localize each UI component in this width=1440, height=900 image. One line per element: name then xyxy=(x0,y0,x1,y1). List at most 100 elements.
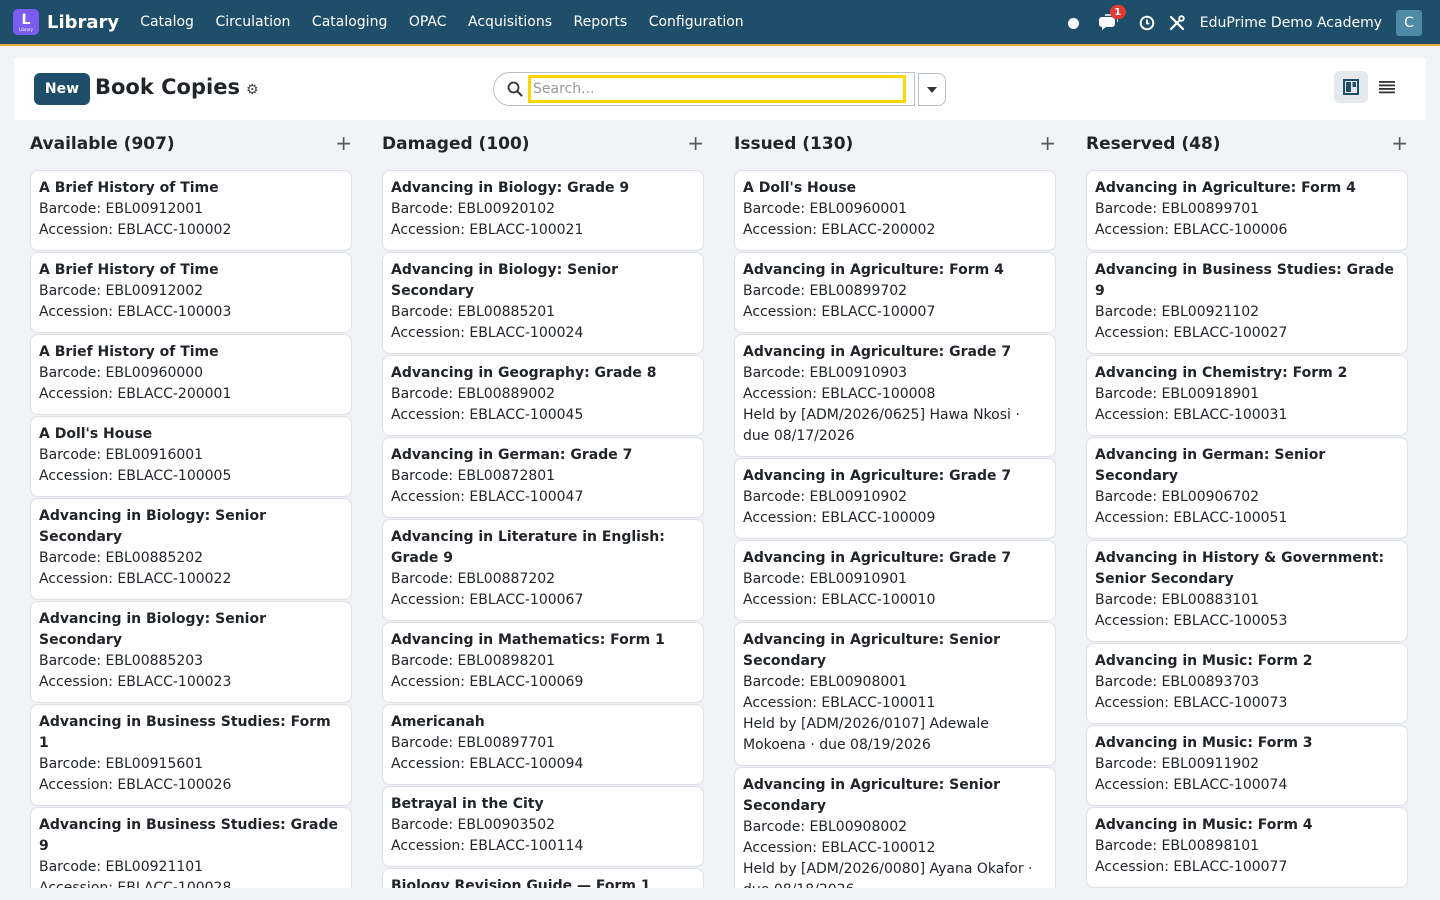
plus-icon[interactable]: + xyxy=(687,133,704,153)
search-options-toggle[interactable] xyxy=(918,73,946,106)
kanban-card[interactable]: A Brief History of Time Barcode: EBL0091… xyxy=(30,170,352,251)
tools-button[interactable] xyxy=(1168,14,1186,32)
card-barcode: Barcode: EBL00912002 xyxy=(39,283,204,299)
card-accession: Accession: EBLACC-100002 xyxy=(39,222,232,238)
kanban-card[interactable]: Advancing in Business Studies: Grade 9 B… xyxy=(30,807,352,888)
card-barcode: Barcode: EBL00910901 xyxy=(743,571,908,587)
menu-cataloging[interactable]: Cataloging xyxy=(312,14,387,30)
column-title: Damaged (100) xyxy=(382,134,530,154)
kanban-card[interactable]: Advancing in Biology: Senior Secondary B… xyxy=(30,601,352,703)
menu-circulation[interactable]: Circulation xyxy=(215,14,290,30)
kanban-card[interactable]: Americanah Barcode: EBL00897701 Accessio… xyxy=(382,704,704,785)
app-logo[interactable]: L Library xyxy=(13,9,39,35)
kanban-card[interactable]: Advancing in Music: Form 3 Barcode: EBL0… xyxy=(1086,725,1408,806)
kanban-card[interactable]: A Brief History of Time Barcode: EBL0091… xyxy=(30,252,352,333)
status-dot-icon[interactable] xyxy=(1067,17,1079,29)
kanban-card[interactable]: Advancing in Biology: Grade 9 Barcode: E… xyxy=(382,170,704,251)
kanban-card[interactable]: Advancing in Agriculture: Senior Seconda… xyxy=(734,622,1056,766)
page-title: Book Copies xyxy=(95,75,240,99)
chat-button[interactable]: 1 xyxy=(1098,5,1126,33)
kanban-card[interactable]: Advancing in History & Government: Senio… xyxy=(1086,540,1408,642)
card-title: Advancing in Business Studies: Grade 9 xyxy=(1095,262,1394,299)
card-accession: Accession: EBLACC-100006 xyxy=(1095,222,1288,238)
card-barcode: Barcode: EBL00908002 xyxy=(743,819,908,835)
kanban-view-button[interactable] xyxy=(1334,71,1368,103)
list-view-button[interactable] xyxy=(1372,71,1402,103)
kanban-card[interactable]: Advancing in Agriculture: Form 4 Barcode… xyxy=(734,252,1056,333)
plus-icon[interactable]: + xyxy=(1391,133,1408,153)
app-name[interactable]: Library xyxy=(47,12,119,33)
plus-icon[interactable]: + xyxy=(335,133,352,153)
column-header: Available (907) + xyxy=(30,128,352,170)
menu-acquisitions[interactable]: Acquisitions xyxy=(468,14,552,30)
card-accession: Accession: EBLACC-100045 xyxy=(391,407,584,423)
kanban-card[interactable]: Advancing in Mathematics: Form 1 Barcode… xyxy=(382,622,704,703)
user-avatar[interactable]: C xyxy=(1396,10,1422,36)
card-title: Advancing in Business Studies: Grade 9 xyxy=(39,817,338,854)
kanban-card[interactable]: Advancing in Biology: Senior Secondary B… xyxy=(30,498,352,600)
brand[interactable]: L Library Library xyxy=(13,9,140,35)
kanban-card[interactable]: A Brief History of Time Barcode: EBL0096… xyxy=(30,334,352,415)
kanban-card[interactable]: Advancing in Biology: Senior Secondary B… xyxy=(382,252,704,354)
card-barcode: Barcode: EBL00903502 xyxy=(391,817,556,833)
kanban-card[interactable]: Advancing in Music: Form 2 Barcode: EBL0… xyxy=(1086,643,1408,724)
new-button[interactable]: New xyxy=(34,73,90,105)
card-title: Betrayal in the City xyxy=(391,796,544,812)
plus-icon[interactable]: + xyxy=(1039,133,1056,153)
card-barcode: Barcode: EBL00916001 xyxy=(39,447,204,463)
kanban-card[interactable]: Advancing in Literature in English: Grad… xyxy=(382,519,704,621)
kanban-card[interactable]: Biology Revision Guide — Form 1 xyxy=(382,868,704,888)
kanban-card[interactable]: Advancing in Agriculture: Grade 7 Barcod… xyxy=(734,458,1056,539)
kanban-card[interactable]: Advancing in German: Senior Secondary Ba… xyxy=(1086,437,1408,539)
company-switcher[interactable]: EduPrime Demo Academy xyxy=(1200,15,1382,31)
kanban-card[interactable]: Advancing in Agriculture: Grade 7 Barcod… xyxy=(734,334,1056,457)
kanban-card[interactable]: Advancing in Business Studies: Form 1 Ba… xyxy=(30,704,352,806)
menu-opac[interactable]: OPAC xyxy=(409,14,447,30)
list-view-icon xyxy=(1379,81,1395,94)
card-title: Advancing in German: Senior Secondary xyxy=(1095,447,1326,484)
menu-configuration[interactable]: Configuration xyxy=(649,14,744,30)
caret-down-icon xyxy=(927,86,937,93)
kanban-card[interactable]: Advancing in Agriculture: Form 4 Barcode… xyxy=(1086,170,1408,251)
card-accession: Accession: EBLACC-100051 xyxy=(1095,510,1288,526)
kanban-card[interactable]: Advancing in Business Studies: Grade 9 B… xyxy=(1086,252,1408,354)
card-accession: Accession: EBLACC-100114 xyxy=(391,838,584,854)
card-title: Advancing in Agriculture: Form 4 xyxy=(743,262,1004,278)
card-accession: Accession: EBLACC-100024 xyxy=(391,325,584,341)
main-menu: Catalog Circulation Cataloging OPAC Acqu… xyxy=(140,14,765,30)
search-box xyxy=(493,72,915,106)
card-title: A Brief History of Time xyxy=(39,262,219,278)
card-barcode: Barcode: EBL00910903 xyxy=(743,365,908,381)
kanban-column-damaged: Damaged (100) + Advancing in Biology: Gr… xyxy=(382,128,704,888)
kanban-card[interactable]: Advancing in Agriculture: Grade 7 Barcod… xyxy=(734,540,1056,621)
card-accession: Accession: EBLACC-100021 xyxy=(391,222,584,238)
kanban-view-icon xyxy=(1343,79,1359,95)
column-header: Reserved (48) + xyxy=(1086,128,1408,170)
card-title: Advancing in Mathematics: Form 1 xyxy=(391,632,665,648)
tools-icon xyxy=(1169,15,1185,31)
card-title: Advancing in Music: Form 3 xyxy=(1095,735,1313,751)
card-title: Advancing in German: Grade 7 xyxy=(391,447,633,463)
kanban-card[interactable]: Advancing in Chemistry: Form 2 Barcode: … xyxy=(1086,355,1408,436)
card-barcode: Barcode: EBL00885201 xyxy=(391,304,556,320)
activity-button[interactable] xyxy=(1138,14,1156,32)
column-header: Damaged (100) + xyxy=(382,128,704,170)
card-barcode: Barcode: EBL00921101 xyxy=(39,859,204,875)
column-title: Reserved (48) xyxy=(1086,134,1221,154)
kanban-card[interactable]: A Doll's House Barcode: EBL00960001 Acce… xyxy=(734,170,1056,251)
kanban-card[interactable]: Advancing in Geography: Grade 8 Barcode:… xyxy=(382,355,704,436)
gear-icon[interactable]: ⚙ xyxy=(246,82,259,98)
card-accession: Accession: EBLACC-100067 xyxy=(391,592,584,608)
kanban-card[interactable]: Advancing in Agriculture: Senior Seconda… xyxy=(734,767,1056,888)
card-barcode: Barcode: EBL00912001 xyxy=(39,201,204,217)
chat-count-badge: 1 xyxy=(1109,5,1126,19)
kanban-column-reserved: Reserved (48) + Advancing in Agriculture… xyxy=(1086,128,1408,888)
kanban-card[interactable]: Betrayal in the City Barcode: EBL0090350… xyxy=(382,786,704,867)
card-title: Advancing in Agriculture: Form 4 xyxy=(1095,180,1356,196)
menu-reports[interactable]: Reports xyxy=(574,14,628,30)
kanban-card[interactable]: Advancing in German: Grade 7 Barcode: EB… xyxy=(382,437,704,518)
menu-catalog[interactable]: Catalog xyxy=(140,14,194,30)
kanban-card[interactable]: A Doll's House Barcode: EBL00916001 Acce… xyxy=(30,416,352,497)
search-input[interactable] xyxy=(528,75,906,103)
kanban-card[interactable]: Advancing in Music: Form 4 Barcode: EBL0… xyxy=(1086,807,1408,888)
